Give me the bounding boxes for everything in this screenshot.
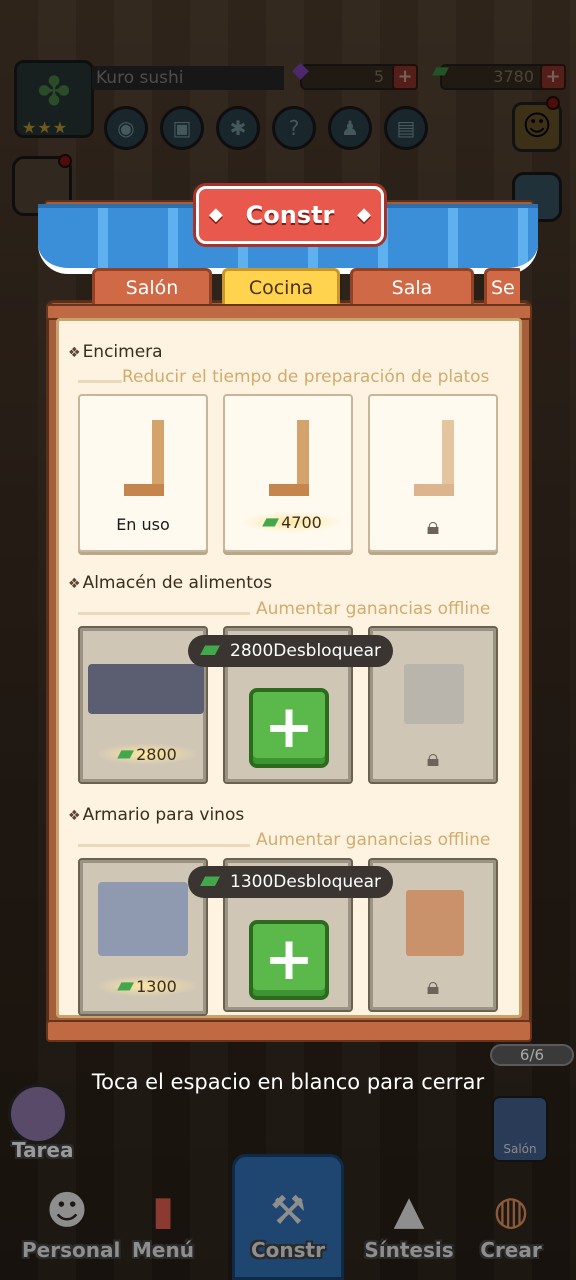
cash-icon: ▰ xyxy=(200,865,220,895)
fridge-image xyxy=(404,664,464,724)
crates-image xyxy=(88,664,204,714)
section-divider xyxy=(78,612,250,615)
nav-personal[interactable]: ☻ Personal xyxy=(22,1188,120,1262)
nav-label: Crear xyxy=(480,1238,542,1262)
nav-constr[interactable]: ⚒ Constr xyxy=(243,1188,333,1262)
lock-icon: 🔒︎ xyxy=(426,512,440,540)
tab-bar: Salón Cocina Sala privada Se xyxy=(62,268,520,308)
menu-book-icon: ▮ xyxy=(151,1188,174,1234)
section-title-almacen: Almacén de alimentos xyxy=(68,573,273,593)
wine-cabinet-image xyxy=(406,890,464,956)
section-subtitle-encimera: Reducir el tiempo de preparación de plat… xyxy=(122,367,490,387)
tarea-button[interactable] xyxy=(8,1084,68,1144)
nav-label: Menú xyxy=(132,1238,194,1262)
lock-icon: 🔒︎ xyxy=(426,972,440,1000)
nav-menu[interactable]: ▮ Menú xyxy=(118,1188,208,1262)
unlock-pill-almacen: ▰ 2800Desbloquear xyxy=(188,634,394,667)
encimera-slot-1[interactable]: En uso xyxy=(78,394,208,552)
in-use-label: En uso xyxy=(116,515,170,534)
sushi-icon: ◍ xyxy=(493,1188,529,1234)
onigiri-icon: ▲ xyxy=(393,1188,425,1234)
close-hint: Toca el espacio en blanco para cerrar xyxy=(91,1070,485,1094)
price-tag: ▰ 2800 xyxy=(98,741,196,766)
counter-image xyxy=(269,420,309,496)
section-title-encimera: Encimera xyxy=(68,342,163,362)
panel-bottom-frame xyxy=(46,1020,532,1042)
nav-label: Constr xyxy=(251,1238,325,1262)
boxes-image xyxy=(98,882,188,956)
cash-icon: ▰ xyxy=(117,741,135,766)
unlock-pill-armario: ▰ 1300Desbloquear xyxy=(188,865,394,898)
lock-icon: 🔒︎ xyxy=(426,744,440,772)
price-value: 2800 xyxy=(136,745,177,764)
add-button[interactable]: + xyxy=(249,688,329,768)
cash-icon: ▰ xyxy=(200,634,220,664)
section-title-armario: Armario para vinos xyxy=(68,805,245,825)
tarea-label: Tarea xyxy=(12,1138,74,1162)
page-counter: 6/6 xyxy=(490,1044,574,1066)
panel-title: Constr xyxy=(196,186,384,244)
nav-sintesis[interactable]: ▲ Síntesis xyxy=(364,1188,454,1262)
unlock-text: 2800Desbloquear xyxy=(230,641,382,661)
hammer-icon: ⚒ xyxy=(270,1188,306,1234)
chef-icon: ☻ xyxy=(46,1188,88,1234)
price-value: 1300 xyxy=(136,977,177,996)
price-tag: ▰ 4700 xyxy=(243,509,341,534)
nav-label: Personal xyxy=(22,1238,121,1262)
unlock-text: 1300Desbloquear xyxy=(230,872,382,892)
section-subtitle-armario: Aumentar ganancias offline xyxy=(256,830,491,850)
salon-button[interactable]: Salón xyxy=(492,1096,548,1162)
cash-icon: ▰ xyxy=(262,509,280,534)
section-divider xyxy=(78,844,250,847)
tab-cocina[interactable]: Cocina xyxy=(222,268,340,306)
section-subtitle-almacen: Aumentar ganancias offline xyxy=(256,599,491,619)
tab-partial[interactable]: Se xyxy=(484,268,520,306)
price-value: 4700 xyxy=(281,513,322,532)
tab-salon[interactable]: Salón xyxy=(92,268,212,306)
encimera-slot-2[interactable]: ▰ 4700 xyxy=(223,394,353,552)
counter-image xyxy=(124,420,164,496)
section-divider xyxy=(78,380,122,383)
encimera-slot-3[interactable]: 🔒︎ xyxy=(368,394,498,552)
price-tag: ▰ 1300 xyxy=(98,973,196,998)
bottom-nav: ☻ Personal ▮ Menú ⚒ Constr ▲ Síntesis ◍ … xyxy=(0,1154,576,1280)
add-button[interactable]: + xyxy=(249,920,329,1000)
nav-label: Síntesis xyxy=(364,1238,454,1262)
tab-sala-privada[interactable]: Sala privada xyxy=(350,268,474,306)
cash-icon: ▰ xyxy=(117,973,135,998)
nav-crear[interactable]: ◍ Crear xyxy=(466,1188,556,1262)
counter-image xyxy=(414,420,454,496)
